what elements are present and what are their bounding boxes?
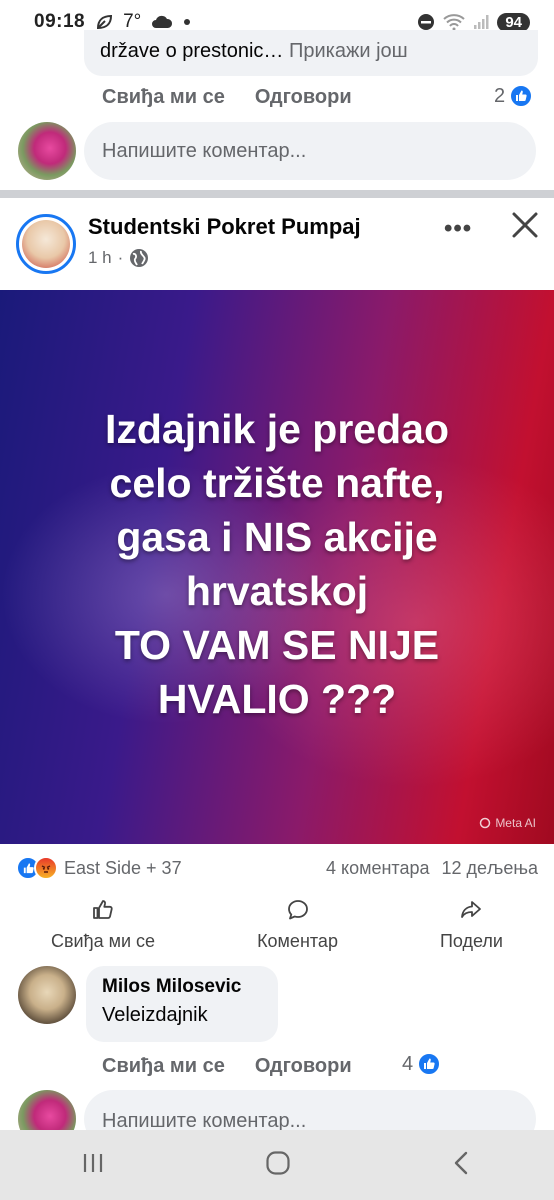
meta-ai-icon (480, 817, 491, 829)
comment-label: Коментар (257, 931, 338, 951)
like-label: Свиђа ми се (50, 931, 156, 951)
comment-text: Veleizdajnik (102, 1004, 208, 1026)
globe-icon (129, 248, 149, 268)
back-icon[interactable] (450, 1150, 474, 1181)
user-avatar (18, 122, 76, 180)
previous-comment-actions: Свиђа ми се Одговори (102, 86, 382, 109)
share-button[interactable]: Подели (440, 898, 503, 958)
post-divider (0, 190, 554, 198)
like-button[interactable]: Свиђа ми се (51, 898, 155, 958)
post-meta: 1 h · (88, 248, 149, 268)
page-avatar[interactable] (16, 214, 76, 274)
comments-count[interactable]: 4 коментара (326, 858, 430, 879)
do-not-disturb-icon (417, 13, 435, 31)
reaction-count: 4 (402, 1052, 414, 1075)
signal-icon (473, 14, 489, 30)
comment-reactions[interactable]: 4 (402, 1052, 442, 1076)
share-label: Подели (439, 931, 503, 951)
wifi-icon (443, 13, 465, 31)
comment-author[interactable]: Milos Milosevic (102, 976, 262, 998)
share-arrow-icon (459, 898, 483, 927)
like-comment-button[interactable]: Свиђа ми се (102, 86, 225, 109)
comment-input[interactable]: Напишите коментар... (84, 122, 536, 180)
cloud-icon (151, 15, 173, 29)
shares-count[interactable]: 12 дељења (442, 858, 539, 879)
post-image[interactable]: Izdajnik je predao celo tržište nafte, g… (0, 290, 554, 844)
post-actions: Свиђа ми се Коментар Подели (0, 898, 554, 958)
reactions-names[interactable]: East Side + 37 (64, 858, 182, 879)
comment-bubble-icon (286, 898, 310, 927)
previous-comment-reactions[interactable]: 2 (494, 84, 534, 108)
system-navigation-bar (0, 1130, 554, 1200)
more-options-icon[interactable]: ••• (444, 215, 472, 243)
thumbs-up-icon (91, 898, 115, 927)
watermark-text: Meta AI (495, 816, 536, 830)
image-headline: Izdajnik je predao celo tržište nafte, g… (104, 406, 450, 722)
comment-bubble[interactable]: Milos Milosevic Veleizdajnik (86, 966, 278, 1042)
commenter-avatar[interactable] (18, 966, 76, 1024)
previous-comment-text: države o prestonic… (100, 40, 284, 62)
reactions-summary: East Side + 37 4 коментара 12 дељења (16, 856, 538, 880)
previous-comment-bubble[interactable]: države o prestonic… Прикажи још (84, 30, 538, 76)
recent-apps-icon[interactable] (80, 1151, 106, 1180)
see-more-link[interactable]: Прикажи још (289, 40, 408, 62)
reaction-count: 2 (494, 84, 506, 107)
like-comment-button[interactable]: Свиђа ми се (102, 1055, 225, 1078)
post-time: 1 h (88, 248, 112, 267)
meta-ai-watermark: Meta AI (479, 816, 536, 830)
angry-reaction-icon (34, 856, 58, 880)
comment-button[interactable]: Коментар (257, 898, 338, 958)
reply-button[interactable]: Одговори (255, 86, 352, 109)
leaf-icon (95, 13, 113, 31)
dot-icon (183, 18, 191, 26)
close-icon[interactable] (508, 208, 542, 242)
reaction-emojis[interactable] (16, 856, 58, 880)
battery-indicator: 94 (497, 12, 530, 32)
clock: 09:18 (34, 11, 86, 32)
reply-button[interactable]: Одговори (255, 1055, 352, 1078)
home-icon[interactable] (265, 1150, 291, 1181)
comment-actions: Свиђа ми се Одговори (102, 1055, 382, 1078)
separator-dot: · (117, 248, 124, 267)
like-reaction-icon (417, 1052, 442, 1076)
page-logo (22, 220, 70, 268)
page-name[interactable]: Studentski Pokret Pumpaj (88, 214, 361, 240)
like-reaction-icon (509, 84, 534, 108)
